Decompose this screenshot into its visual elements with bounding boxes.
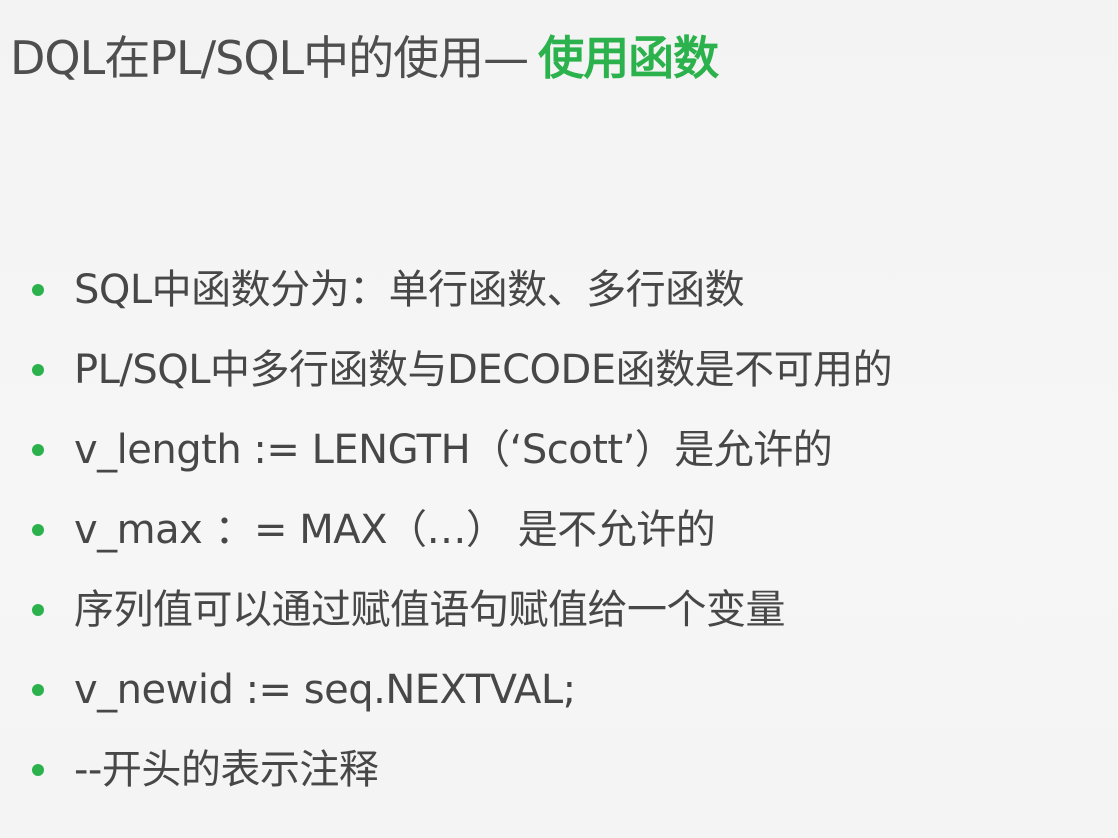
list-item: v_length := LENGTH（‘Scott’）是允许的: [28, 410, 892, 490]
bullet-dot-icon: [32, 604, 44, 616]
bullet-dot-icon: [32, 284, 44, 296]
title-accent: 使用函数: [538, 31, 719, 85]
list-item: SQL中函数分为：单行函数、多行函数: [28, 250, 892, 330]
bullet-text: v_length := LENGTH（‘Scott’）是允许的: [74, 427, 833, 473]
bullet-text: v_max ：= MAX（…） 是不允许的: [74, 507, 716, 553]
list-item: v_newid := seq.NEXTVAL;: [28, 650, 892, 730]
bullet-text: --开头的表示注释: [74, 747, 379, 793]
list-item: PL/SQL中多行函数与DECODE函数是不可用的: [28, 330, 893, 410]
bullet-dot-icon: [32, 764, 44, 776]
title-main: DQL在PL/SQL中的使用—: [10, 31, 529, 85]
slide: DQL在PL/SQL中的使用— 使用函数 SQL中函数分为：单行函数、多行函数 P…: [0, 0, 1118, 838]
bullet-text: PL/SQL中多行函数与DECODE函数是不可用的: [74, 347, 893, 393]
bullet-list: SQL中函数分为：单行函数、多行函数 PL/SQL中多行函数与DECODE函数是…: [28, 250, 893, 810]
bullet-dot-icon: [32, 364, 44, 376]
list-item: --开头的表示注释: [28, 730, 892, 810]
bullet-dot-icon: [32, 684, 44, 696]
list-item: 序列值可以通过赋值语句赋值给一个变量: [28, 570, 892, 650]
bullet-text: v_newid := seq.NEXTVAL;: [74, 667, 576, 713]
bullet-text: SQL中函数分为：单行函数、多行函数: [74, 267, 745, 313]
bullet-text: 序列值可以通过赋值语句赋值给一个变量: [74, 587, 786, 633]
page-title: DQL在PL/SQL中的使用— 使用函数: [10, 28, 719, 88]
bullet-dot-icon: [32, 444, 44, 456]
list-item: v_max ：= MAX（…） 是不允许的: [28, 490, 892, 570]
bullet-dot-icon: [32, 524, 44, 536]
